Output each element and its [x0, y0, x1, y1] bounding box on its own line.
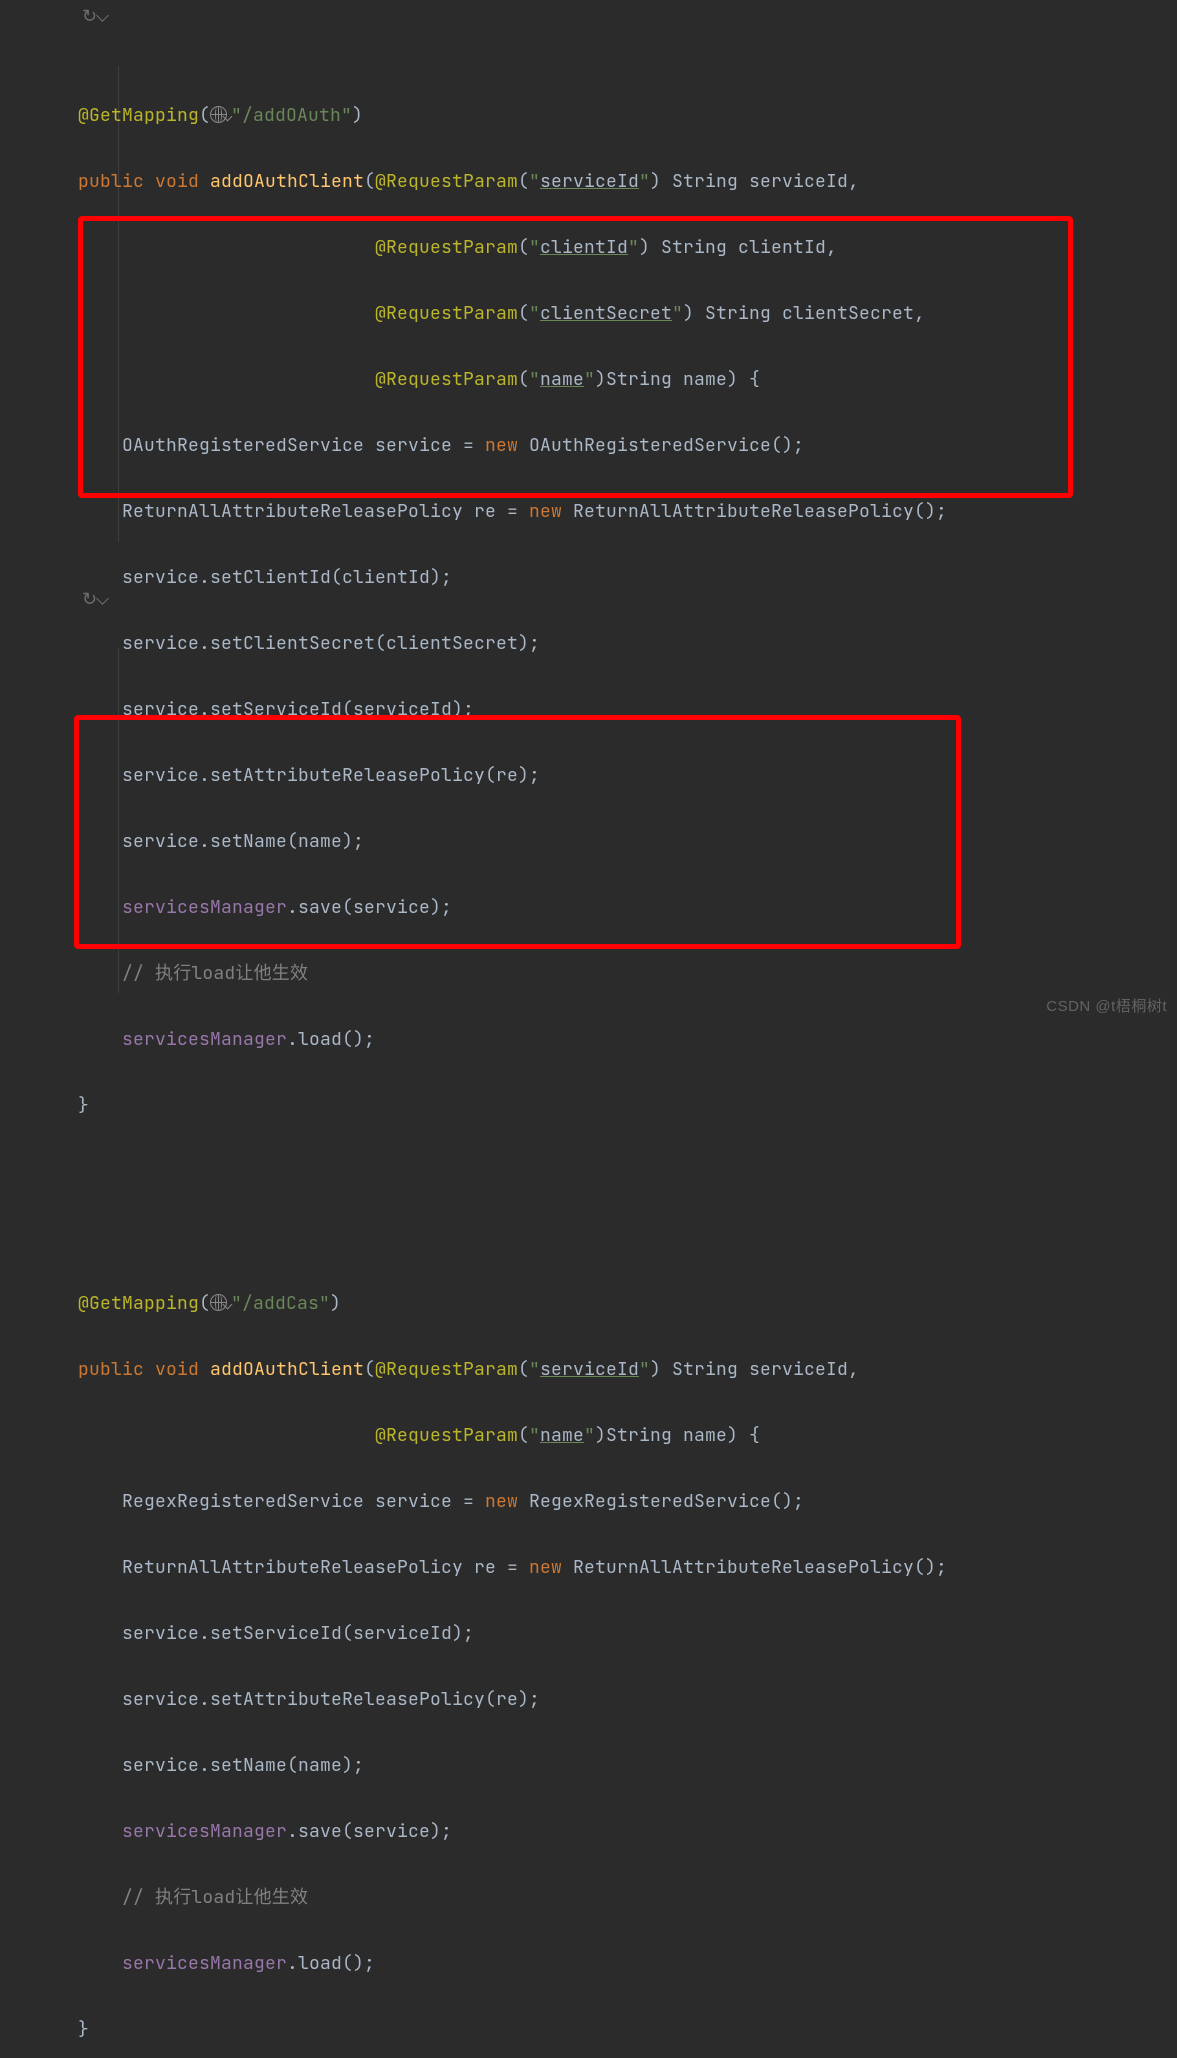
code-editor[interactable]: @GetMapping("/addOAuth") public void add… [0, 0, 1177, 2058]
annotation: @GetMapping [78, 104, 199, 127]
watermark: CSDN @t梧桐树t [1046, 990, 1167, 1023]
